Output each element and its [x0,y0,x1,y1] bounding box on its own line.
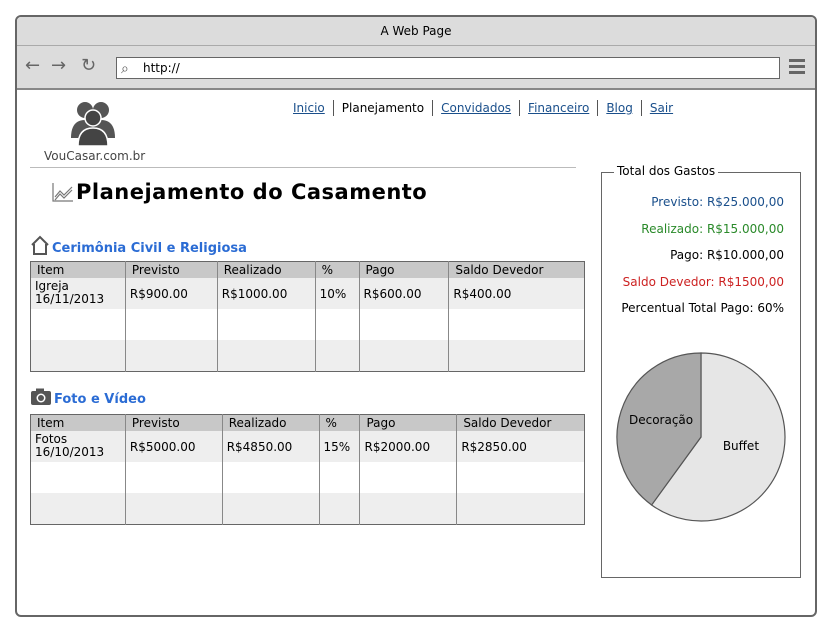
nav-item-sair[interactable]: Sair [642,100,681,116]
pago-cell: R$2000.00 [359,431,458,462]
summary-percentual: Percentual Total Pago: 60% [621,301,784,315]
back-arrow-icon[interactable]: ← [25,57,40,75]
column-header: Previsto [125,414,223,431]
column-header: Saldo Devedor [456,414,585,431]
page-content: VouCasar.com.br Inicio Planejamento Convid… [17,90,815,615]
column-header: Saldo Devedor [448,261,585,278]
section-title-foto-video: Foto e Vídeo [30,388,146,407]
table-row-empty[interactable] [30,340,585,372]
column-header: % [315,261,360,278]
realizado-cell: R$4850.00 [222,431,320,462]
top-nav: Inicio Planejamento Convidados Financeiro Bl… [293,100,681,116]
nav-item-blog[interactable]: Blog [598,100,642,116]
item-date: 16/11/2013 [35,292,105,306]
pago-cell: R$600.00 [359,278,450,309]
summary-pago: Pago: R$10.000,00 [670,248,784,262]
expenses-pie-chart: Buffet Decoração [616,352,786,522]
column-header: Pago [359,261,450,278]
percent-cell: 10% [315,278,360,309]
realizado-cell: R$1000.00 [217,278,316,309]
section-title-text: Cerimônia Civil e Religiosa [52,241,247,256]
saldo-cell: R$2850.00 [456,431,585,462]
header-divider [30,167,576,168]
section-title-text: Foto e Vídeo [54,392,146,407]
browser-toolbar: ← → ↻ ⌕ http:// [17,46,815,90]
users-logo-icon [71,102,115,146]
pie-label-0: Buffet [723,439,759,453]
url-text: http:// [143,61,180,75]
table-header-row: Item Previsto Realizado % Pago Saldo Dev… [30,414,585,431]
window-title: A Web Page [17,17,815,46]
browser-window: A Web Page ← → ↻ ⌕ http:// VouCasar.com.… [15,15,817,617]
column-header: Realizado [222,414,320,431]
item-cell: Igreja 16/11/2013 [30,278,126,309]
column-header: Realizado [217,261,316,278]
search-icon: ⌕ [121,61,129,77]
nav-item-convidados[interactable]: Convidados [433,100,521,116]
table-header-row: Item Previsto Realizado % Pago Saldo Dev… [30,261,585,278]
table-foto-video: Item Previsto Realizado % Pago Saldo Dev… [30,414,585,525]
forward-arrow-icon[interactable]: → [51,57,66,75]
column-header: Item [30,261,126,278]
nav-item-financeiro[interactable]: Financeiro [520,100,599,116]
expenses-summary-panel: Total dos Gastos Previsto: R$25.000,00 R… [601,164,801,578]
pie-label-1: Decoração [629,413,693,427]
summary-legend: Total dos Gastos [614,164,719,178]
table-row-empty[interactable] [30,493,585,525]
nav-item-inicio[interactable]: Inicio [293,100,334,116]
table-row[interactable]: Igreja 16/11/2013 R$900.00 R$1000.00 10% … [30,278,585,309]
page-title-text: Planejamento do Casamento [76,180,428,204]
percent-cell: 15% [319,431,361,462]
item-name: Fotos [35,432,68,446]
reload-icon[interactable]: ↻ [81,57,96,75]
section-title-cerimonia: Cerimônia Civil e Religiosa [30,235,247,256]
table-row[interactable]: Fotos 16/10/2013 R$5000.00 R$4850.00 15% … [30,431,585,462]
saldo-cell: R$400.00 [448,278,585,309]
previsto-cell: R$5000.00 [125,431,223,462]
camera-icon [31,388,51,405]
line-chart-icon [52,183,73,202]
address-bar[interactable]: ⌕ http:// [116,57,780,79]
column-header: % [319,414,361,431]
home-icon [31,235,49,255]
column-header: Previsto [125,261,218,278]
item-cell: Fotos 16/10/2013 [30,431,126,462]
column-header: Item [30,414,126,431]
nav-item-planejamento[interactable]: Planejamento [334,100,434,116]
table-row-empty[interactable] [30,462,585,493]
summary-realizado: Realizado: R$15.000,00 [641,222,784,236]
logo-text: VouCasar.com.br [44,149,146,163]
item-date: 16/10/2013 [35,445,105,459]
column-header: Pago [359,414,458,431]
table-cerimonia: Item Previsto Realizado % Pago Saldo Dev… [30,261,585,372]
page-title: Planejamento do Casamento [52,180,427,204]
summary-previsto: Previsto: R$25.000,00 [651,195,784,209]
previsto-cell: R$900.00 [125,278,218,309]
table-row-empty[interactable] [30,309,585,340]
hamburger-menu-icon[interactable] [789,59,805,77]
summary-saldo-devedor: Saldo Devedor: R$1500,00 [622,275,784,289]
item-name: Igreja [35,279,69,293]
